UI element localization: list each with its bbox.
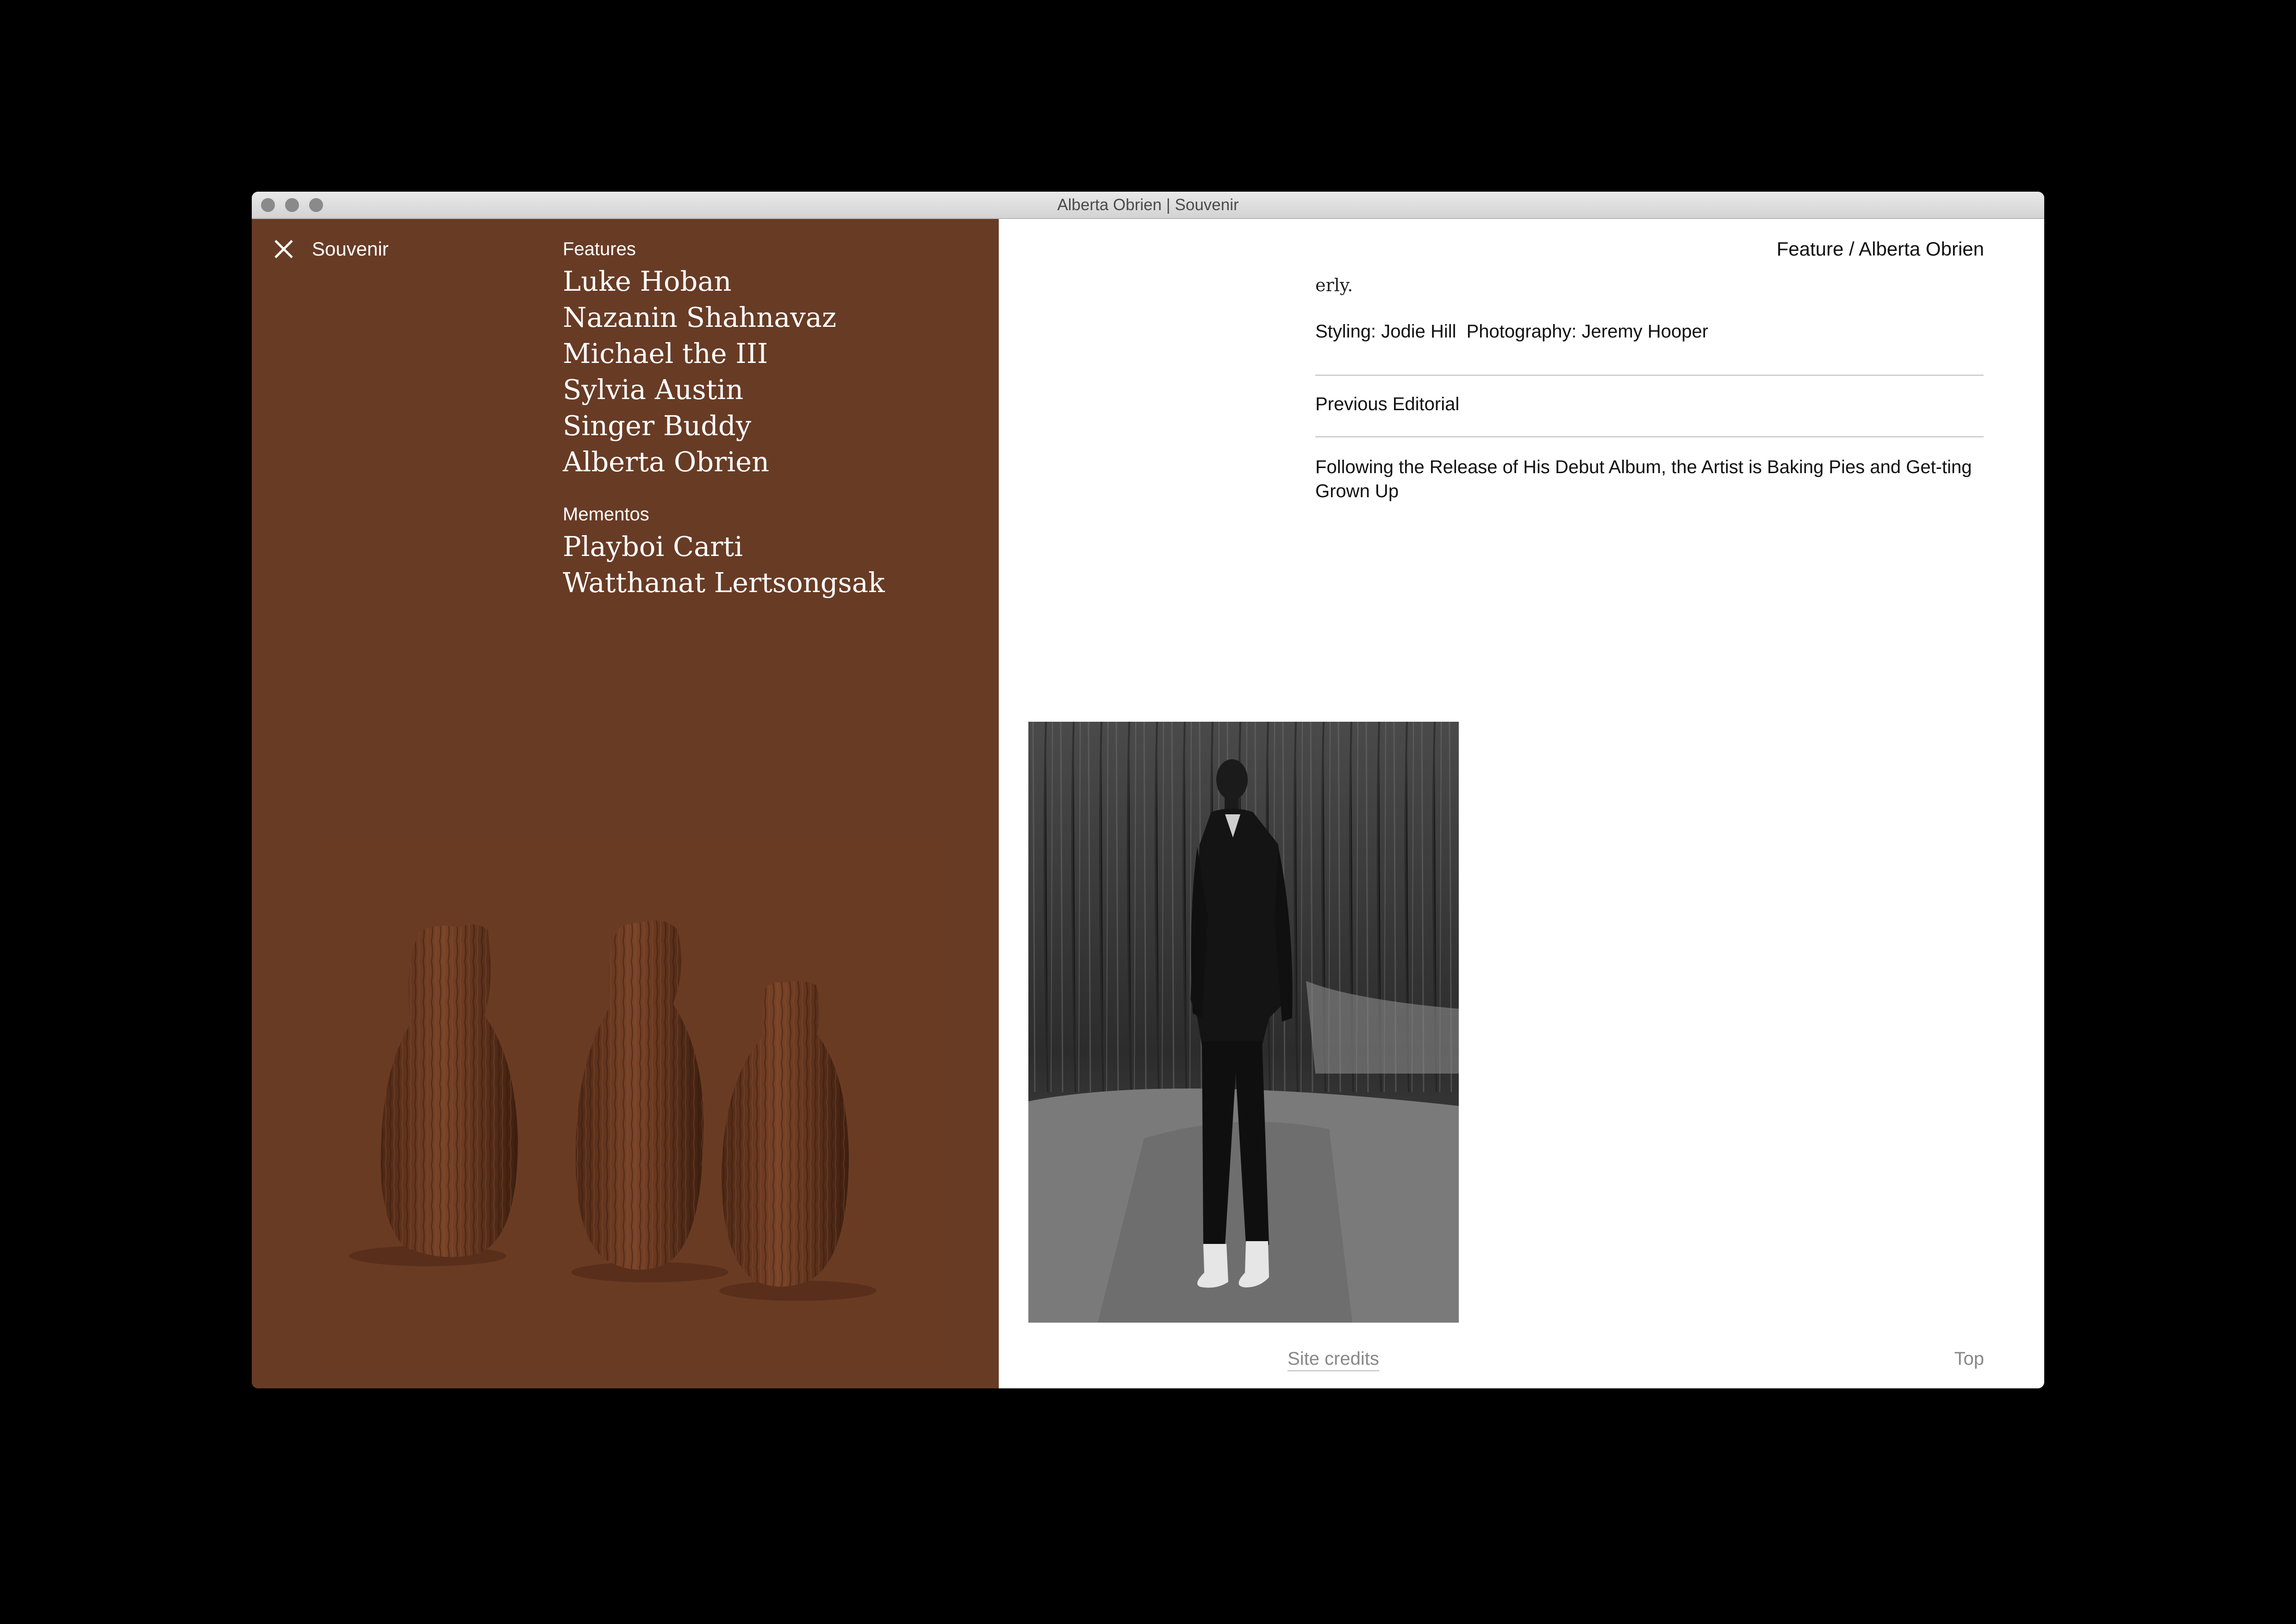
site-credits-link[interactable]: Site credits — [1288, 1347, 1379, 1371]
close-x-icon[interactable] — [272, 237, 295, 261]
vases-image — [321, 839, 946, 1367]
editorial-photo — [1028, 722, 1459, 1323]
features-heading: Features — [563, 239, 636, 259]
nav-item-alberta-obrien[interactable]: Alberta Obrien — [563, 444, 836, 480]
nav-item-playboi-carti[interactable]: Playboi Carti — [563, 529, 885, 565]
nav-item-luke-hoban[interactable]: Luke Hoban — [563, 263, 836, 300]
previous-editorial-link[interactable]: Previous Editorial — [1315, 393, 1984, 416]
nav-item-watthanat-lertsongsak[interactable]: Watthanat Lertsongsak — [563, 565, 885, 601]
back-to-top-link[interactable]: Top — [1954, 1347, 1985, 1370]
window-title: Alberta Obrien | Souvenir — [1057, 196, 1239, 214]
styling-credit: Styling: Jodie Hill — [1315, 321, 1456, 342]
divider — [1315, 375, 1984, 376]
mementos-section: Mementos Playboi Carti Watthanat Lertson… — [563, 503, 885, 601]
nav-item-nazanin-shahnavaz[interactable]: Nazanin Shahnavaz — [563, 300, 836, 336]
nav-item-michael-the-iii[interactable]: Michael the III — [563, 336, 836, 372]
content-panel: Feature / Alberta Obrien erly. Styling: … — [999, 219, 2044, 1388]
nav-item-sylvia-austin[interactable]: Sylvia Austin — [563, 372, 836, 408]
previous-editorial-title-link[interactable]: Following the Release of His Debut Album… — [1315, 455, 1984, 503]
navigation-panel: Souvenir Features Luke Hoban Nazanin Sha… — [252, 219, 999, 1388]
credits-line: Styling: Jodie Hill Photography: Jeremy H… — [1315, 320, 1984, 343]
title-bar: Alberta Obrien | Souvenir — [252, 192, 2044, 219]
features-section: Features Luke Hoban Nazanin Shahnavaz Mi… — [563, 237, 836, 480]
divider — [1315, 436, 1984, 437]
mementos-heading: Mementos — [563, 504, 649, 525]
breadcrumb: Feature / Alberta Obrien — [1776, 238, 1984, 260]
article-text-fragment: erly. — [1315, 275, 1353, 295]
nav-item-singer-buddy[interactable]: Singer Buddy — [563, 408, 836, 444]
photography-credit: Photography: Jeremy Hooper — [1466, 321, 1709, 342]
site-logo-link[interactable]: Souvenir — [312, 237, 389, 261]
browser-window: Alberta Obrien | Souvenir Souvenir Featu… — [252, 192, 2044, 1388]
